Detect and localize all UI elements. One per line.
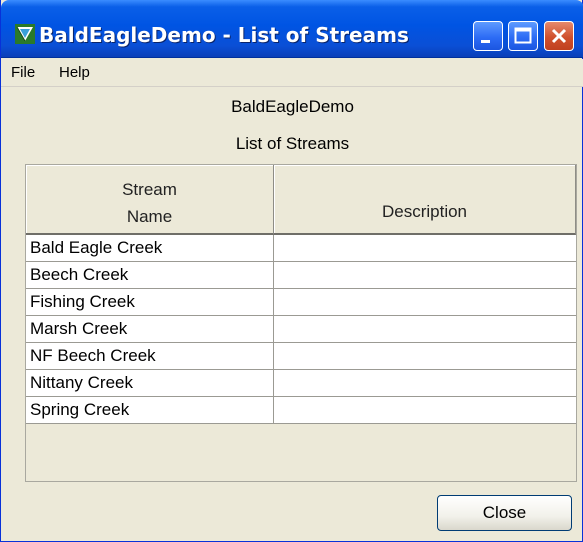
close-icon (551, 28, 567, 44)
menu-file[interactable]: File (11, 64, 35, 81)
table-body: Bald Eagle Creek Beech Creek Fishing Cre… (26, 235, 576, 424)
column-header-line: Stream (122, 180, 177, 199)
minimize-button[interactable] (473, 21, 503, 51)
description-cell[interactable] (274, 316, 576, 342)
streams-table: Stream Name Description Bald Eagle Creek… (25, 164, 577, 482)
description-cell[interactable] (274, 370, 576, 396)
stream-name-cell[interactable]: Bald Eagle Creek (26, 235, 274, 261)
description-cell[interactable] (274, 235, 576, 261)
maximize-icon (514, 27, 532, 44)
column-header-line: Name (126, 207, 173, 226)
close-button[interactable]: Close (437, 495, 572, 531)
list-title: List of Streams (235, 134, 350, 153)
title-bar[interactable]: BaldEagleDemo - List of Streams (1, 0, 583, 58)
menu-help[interactable]: Help (59, 64, 90, 81)
stream-name-cell[interactable]: Marsh Creek (26, 316, 274, 342)
table-row[interactable]: NF Beech Creek (26, 343, 576, 370)
minimize-icon (481, 40, 490, 43)
maximize-button[interactable] (508, 21, 538, 51)
table-row[interactable]: Marsh Creek (26, 316, 576, 343)
table-row[interactable]: Nittany Creek (26, 370, 576, 397)
close-window-button[interactable] (544, 21, 574, 51)
project-name: BaldEagleDemo (231, 97, 354, 116)
table-row[interactable]: Beech Creek (26, 262, 576, 289)
table-row[interactable]: Fishing Creek (26, 289, 576, 316)
bald-eagle-app-icon (15, 24, 35, 44)
window-title: BaldEagleDemo - List of Streams (39, 23, 409, 47)
stream-name-cell[interactable]: Nittany Creek (26, 370, 274, 396)
stream-name-cell[interactable]: Beech Creek (26, 262, 274, 288)
description-cell[interactable] (274, 262, 576, 288)
table-row[interactable]: Bald Eagle Creek (26, 235, 576, 262)
stream-name-cell[interactable]: Spring Creek (26, 397, 274, 423)
streams-window: BaldEagleDemo - List of Streams File Hel… (0, 0, 583, 542)
column-header-description[interactable]: Description (274, 165, 576, 235)
stream-name-cell[interactable]: Fishing Creek (26, 289, 274, 315)
description-cell[interactable] (274, 397, 576, 423)
description-cell[interactable] (274, 343, 576, 369)
stream-name-cell[interactable]: NF Beech Creek (26, 343, 274, 369)
description-cell[interactable] (274, 289, 576, 315)
table-row[interactable]: Spring Creek (26, 397, 576, 424)
menu-bar: File Help (1, 59, 583, 87)
column-header-stream-name[interactable]: Stream Name (26, 165, 274, 235)
